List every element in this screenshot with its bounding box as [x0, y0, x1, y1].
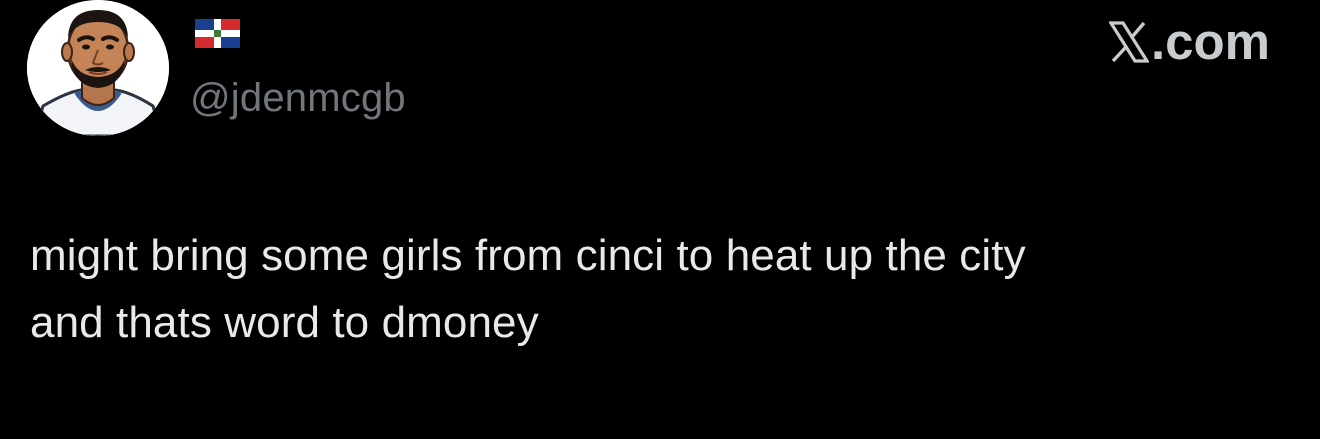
- author-handle[interactable]: @jdenmcgb: [190, 75, 406, 121]
- tweet-text: might bring some girls from cinci to hea…: [30, 222, 1300, 356]
- tweet-card: @jdenmcgb .com might bring some girls fr…: [0, 0, 1320, 439]
- x-logo-icon: [1108, 21, 1149, 63]
- x-com-watermark: .com: [1108, 13, 1270, 70]
- tweet-text-line: might bring some girls from cinci to hea…: [30, 231, 1026, 280]
- dominican-republic-flag-icon: [195, 19, 240, 48]
- cartoon-player-avatar-icon: [27, 0, 169, 136]
- brand-suffix: .com: [1150, 13, 1270, 70]
- tweet-text-line: and thats word to dmoney: [30, 298, 539, 347]
- profile-avatar[interactable]: [27, 0, 169, 136]
